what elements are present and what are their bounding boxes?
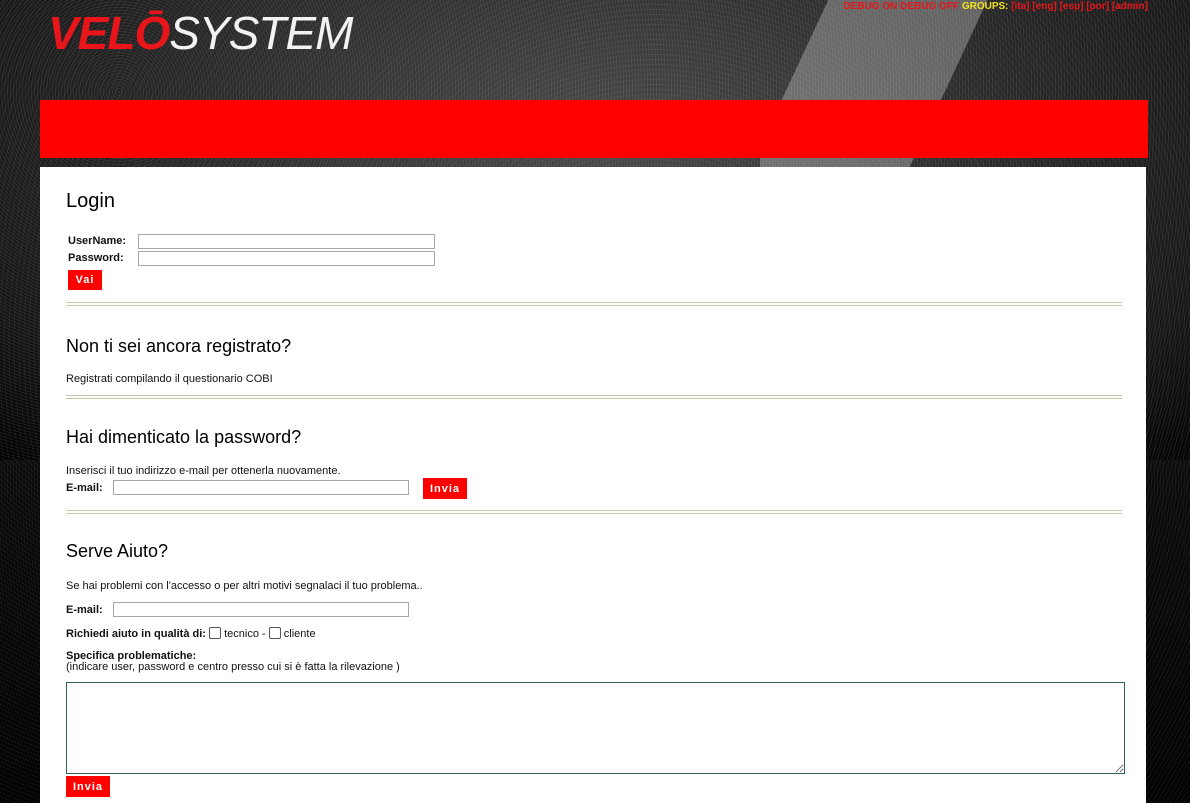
password-label: Password: [68, 252, 124, 264]
forgot-email-input[interactable] [113, 480, 409, 495]
help-text: Se hai problemi con l'accesso o per altr… [66, 580, 423, 592]
debug-off-link[interactable]: DEBUG OFF [900, 1, 959, 12]
tecnico-label: tecnico [224, 628, 259, 640]
cliente-checkbox[interactable] [268, 627, 281, 639]
username-label: UserName: [68, 235, 127, 247]
lang-link-eng[interactable]: [eng] [1032, 1, 1056, 12]
red-banner [40, 100, 1148, 158]
debug-on-link[interactable]: DEBUG ON [843, 1, 897, 12]
help-submit-button[interactable]: Invia [66, 776, 110, 797]
lang-link-esp[interactable]: [esp] [1060, 1, 1084, 12]
forgot-text: Inserisci il tuo indirizzo e-mail per ot… [66, 465, 341, 477]
top-links-bar: DEBUG ON DEBUG OFF GROUPS: [ita] [eng] [… [843, 1, 1148, 12]
groups-label: GROUPS: [961, 1, 1009, 12]
forgot-title: Hai dimenticato la password? [66, 427, 302, 447]
register-link[interactable]: Registrati compilando il questionario CO… [66, 373, 273, 385]
role-separator: - [262, 628, 266, 640]
help-details-hint: (indicare user, password e centro presso… [66, 661, 400, 673]
cliente-label: cliente [283, 628, 316, 640]
main-panel: Login UserName: Password: Vai Non ti sei… [40, 167, 1146, 803]
tecnico-checkbox[interactable] [209, 627, 222, 639]
lang-link-ita[interactable]: [ita] [1011, 1, 1029, 12]
register-title: Non ti sei ancora registrato? [66, 336, 292, 356]
username-input[interactable] [138, 234, 435, 249]
logo-system-text: SYSTEM [169, 7, 353, 59]
velosystem-logo: VELŌSYSTEM [48, 7, 353, 59]
lang-link-por[interactable]: [por] [1086, 1, 1109, 12]
login-submit-button[interactable]: Vai [68, 270, 102, 290]
password-input[interactable] [138, 251, 435, 266]
forgot-submit-button[interactable]: Invia [423, 478, 467, 499]
section-divider [66, 395, 1122, 399]
help-email-input[interactable] [113, 602, 409, 617]
help-email-label: E-mail: [66, 604, 103, 616]
lang-link-admin[interactable]: [admin] [1112, 1, 1148, 12]
section-divider [66, 510, 1122, 514]
login-title: Login [66, 190, 115, 212]
section-divider [66, 302, 1122, 306]
help-role-label: Richiedi aiuto in qualità di: [66, 628, 206, 640]
help-role-row: Richiedi aiuto in qualità di: tecnico - … [66, 627, 316, 640]
forgot-email-label: E-mail: [66, 482, 103, 494]
logo-velo-text: VELŌ [48, 7, 170, 59]
help-title: Serve Aiuto? [66, 541, 169, 561]
help-details-textarea[interactable] [66, 682, 1125, 774]
